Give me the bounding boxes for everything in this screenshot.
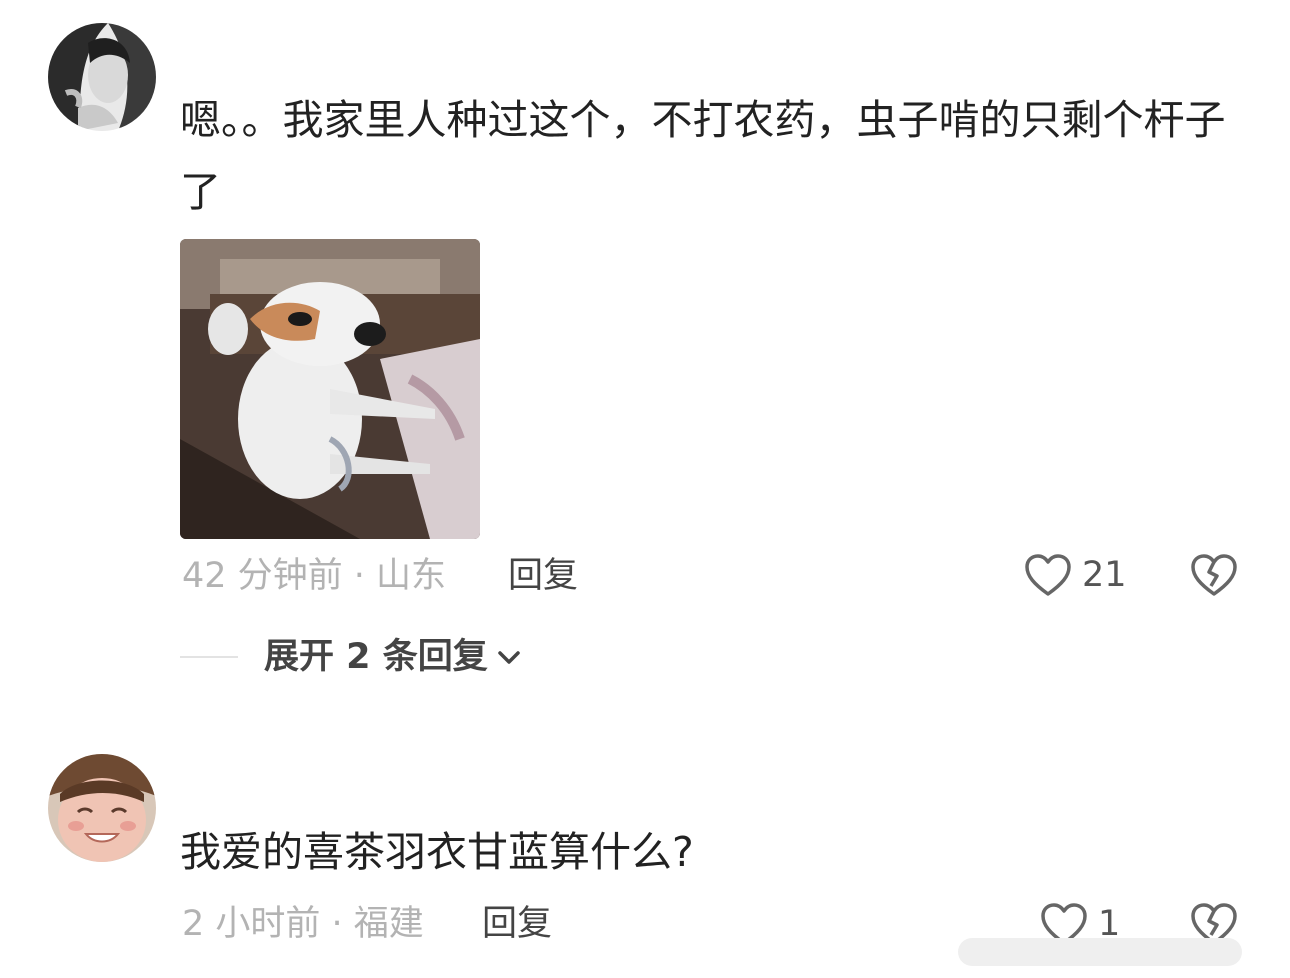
user-avatar[interactable] <box>48 754 156 862</box>
heart-icon <box>1025 554 1071 596</box>
dog-meme-photo <box>180 239 480 539</box>
comment-list: 嗯。。我家里人种过这个，不打农药，虫子啃的只剩个杆子了 42 分钟前 · 山东 … <box>0 0 1290 978</box>
comment-time-location: 42 分钟前 · 山东 <box>182 556 447 596</box>
comment-time-location: 2 小时前 · 福建 <box>182 904 424 944</box>
comment-text: 嗯。。我家里人种过这个，不打农药，虫子啃的只剩个杆子了 <box>180 96 1226 216</box>
like-button[interactable]: 21 <box>1024 553 1127 597</box>
user-avatar[interactable] <box>48 23 156 131</box>
comment-text: 我爱的喜茶羽衣甘蓝算什么? <box>180 828 694 876</box>
comment-image[interactable] <box>180 239 480 539</box>
woman-portrait-avatar <box>48 23 156 131</box>
like-count: 21 <box>1082 555 1127 595</box>
home-indicator <box>958 938 1242 966</box>
expand-divider <box>180 656 238 658</box>
expand-replies-button[interactable]: 展开 2 条回复 <box>180 634 522 680</box>
dislike-button[interactable] <box>1190 553 1238 601</box>
broken-heart-icon <box>1191 554 1237 596</box>
chevron-down-icon <box>497 651 520 664</box>
smiling-child-avatar <box>48 754 156 862</box>
expand-replies-label: 展开 2 条回复 <box>264 637 488 677</box>
reply-button[interactable]: 回复 <box>508 554 578 598</box>
reply-button[interactable]: 回复 <box>482 902 552 946</box>
